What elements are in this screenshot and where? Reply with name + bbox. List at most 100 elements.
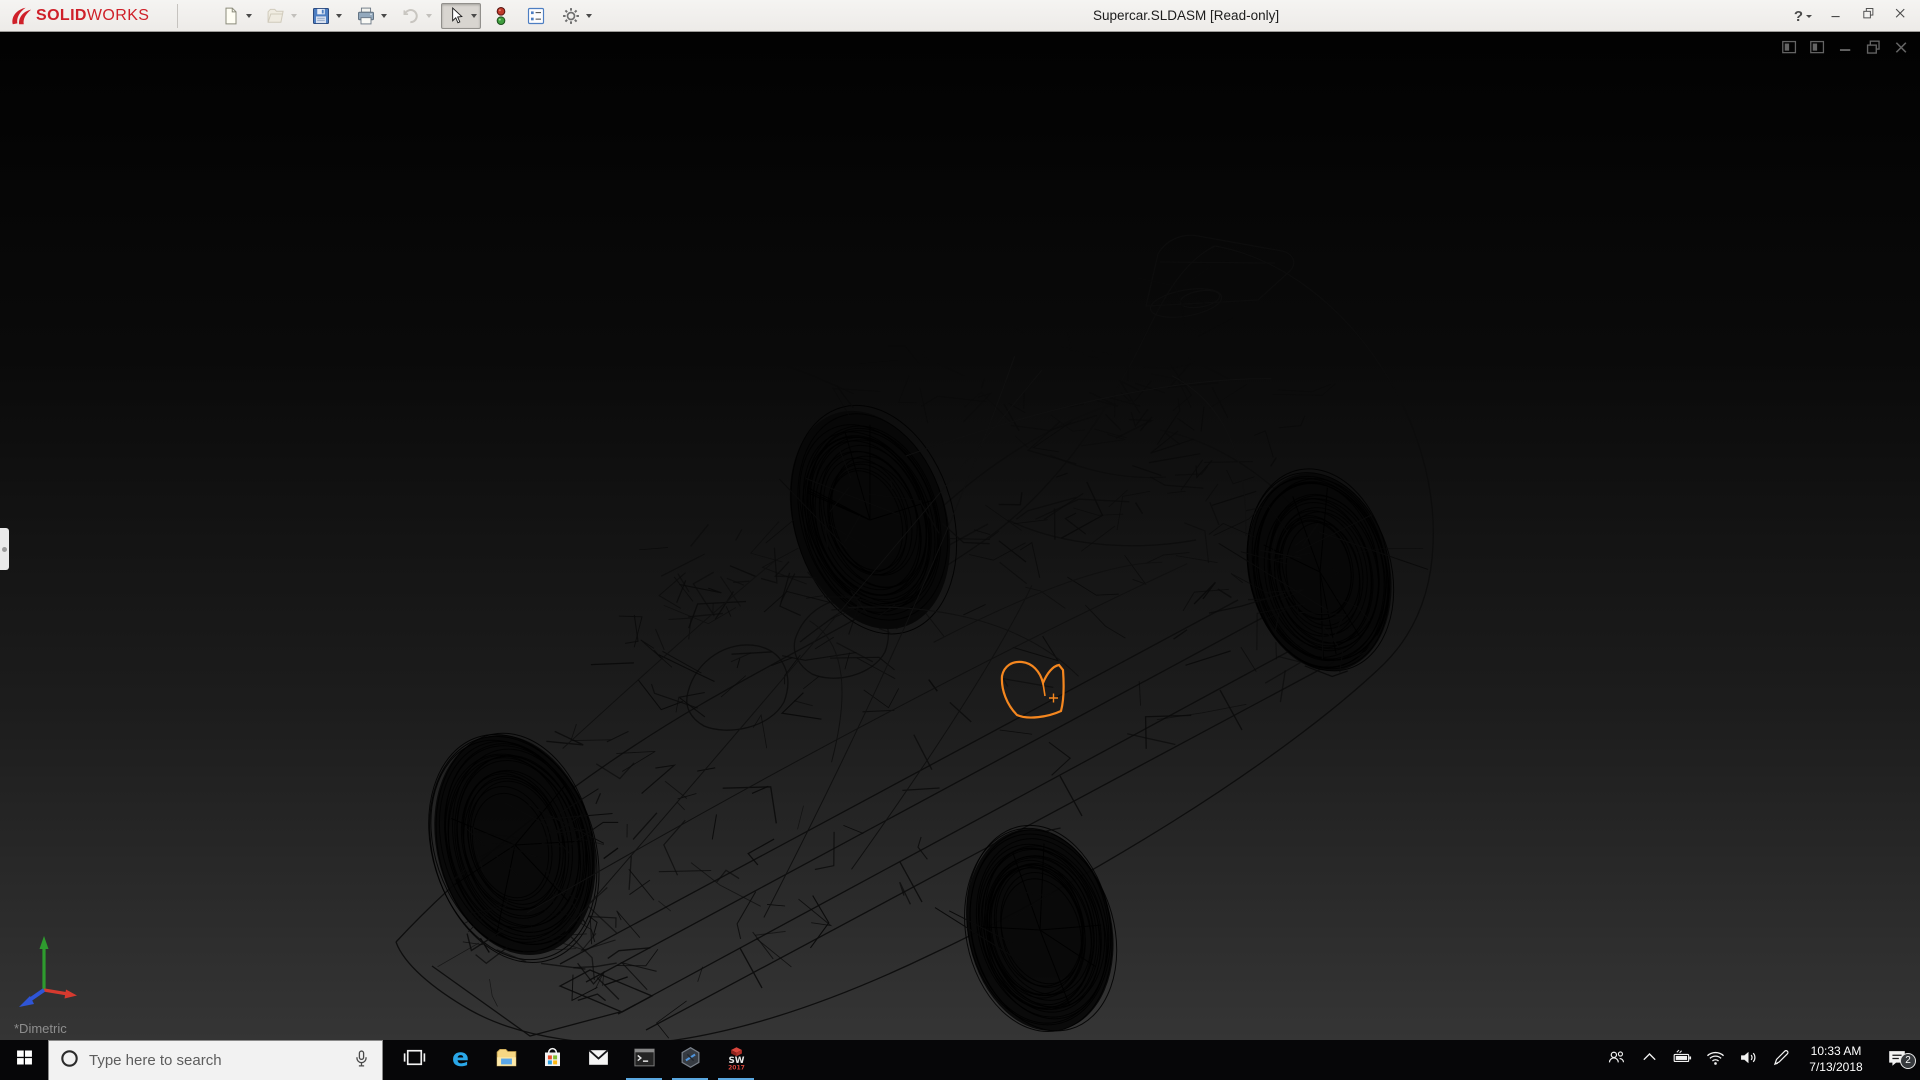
wireframe-car-model xyxy=(395,234,1434,1040)
edge-taskbar-button[interactable]: e xyxy=(437,1040,483,1080)
tray-icons xyxy=(1600,1040,1798,1080)
task-view-icon xyxy=(402,1045,427,1075)
new-document-button[interactable] xyxy=(216,3,256,29)
print-button[interactable] xyxy=(351,3,391,29)
document-title: Supercar.SLDASM [Read-only] xyxy=(1093,8,1280,23)
file-properties-button[interactable] xyxy=(521,3,551,29)
viewport-pane-left-button[interactable] xyxy=(1778,39,1800,61)
new-document-icon xyxy=(220,5,242,27)
window-controls: ? xyxy=(1794,0,1908,32)
mail-icon xyxy=(586,1045,611,1075)
undo-button[interactable] xyxy=(396,3,436,29)
viewport-restore-button[interactable] xyxy=(1862,39,1884,61)
vp-pane-icon xyxy=(1780,38,1799,62)
feature-panel-collapsed-tab[interactable] xyxy=(0,528,9,570)
svg-text:e: e xyxy=(452,1045,469,1070)
windows-taskbar: e SW2017 10:33 AM 7/13/2018 2 xyxy=(0,1040,1920,1080)
help-icon: ? xyxy=(1793,7,1803,25)
taskbar-app-buttons: e SW 2017 xyxy=(391,1040,759,1080)
notification-badge: 2 xyxy=(1900,1052,1916,1069)
windows-ink-tray-button[interactable] xyxy=(1765,1040,1798,1080)
wifi-tray-button[interactable] xyxy=(1699,1040,1732,1080)
battery-charging-tray-button[interactable] xyxy=(1666,1040,1699,1080)
store-icon xyxy=(540,1045,565,1075)
mail-taskbar-button[interactable] xyxy=(575,1040,621,1080)
graphics-area[interactable]: *Dimetric xyxy=(0,33,1920,1040)
chevron-up-icon xyxy=(1639,1047,1660,1073)
select-button[interactable] xyxy=(441,2,482,29)
vp-pane-icon xyxy=(1808,38,1827,62)
taskbar-search[interactable] xyxy=(48,1040,383,1080)
file-explorer-taskbar-button[interactable] xyxy=(483,1040,529,1080)
solidworks-icon: SW 2017 xyxy=(724,1045,749,1075)
help-button[interactable]: ? xyxy=(1794,8,1812,25)
orientation-triad-icon xyxy=(19,936,77,1007)
open-button[interactable] xyxy=(261,3,301,29)
start-button[interactable] xyxy=(0,1040,48,1080)
save-floppy-icon xyxy=(310,5,332,27)
document-window-controls xyxy=(1778,39,1912,61)
properties-list-icon xyxy=(525,5,547,27)
action-center-button[interactable]: 2 xyxy=(1874,1047,1920,1074)
dropdown-arrow-icon xyxy=(336,13,343,18)
hexagon-icon xyxy=(678,1045,703,1075)
minimize-icon xyxy=(1829,6,1844,26)
toolbar-flyout-button[interactable] xyxy=(155,3,182,40)
hidden-icons-chevron-tray-button[interactable] xyxy=(1633,1040,1666,1080)
title-bar: SOLID WORKS Supercar.SLDASM [Read-only] … xyxy=(0,0,1920,40)
system-tray: 10:33 AM 7/13/2018 2 xyxy=(1600,1040,1920,1080)
viewport-close-button[interactable] xyxy=(1890,39,1912,61)
close-button[interactable] xyxy=(1893,6,1908,26)
rebuild-traffic-light-button[interactable] xyxy=(486,3,516,29)
brand-text-bold: SOLID xyxy=(36,6,87,24)
solidworks-logo: SOLID WORKS xyxy=(10,5,149,27)
explorer-icon xyxy=(494,1045,519,1075)
options-button[interactable] xyxy=(556,3,596,29)
pen-icon xyxy=(1771,1047,1792,1073)
command-prompt-taskbar-button[interactable] xyxy=(621,1040,667,1080)
save-button[interactable] xyxy=(306,3,346,29)
task-view-taskbar-button[interactable] xyxy=(391,1040,437,1080)
clock-time: 10:33 AM xyxy=(1810,1044,1862,1059)
selected-edge-highlight xyxy=(1000,660,1065,719)
minimize-button[interactable] xyxy=(1829,6,1844,26)
dropdown-arrow-icon xyxy=(426,13,433,18)
search-input[interactable] xyxy=(89,1052,342,1069)
traffic-light-icon xyxy=(490,5,512,27)
vp-close-icon xyxy=(1892,38,1911,62)
edge-icon: e xyxy=(448,1043,473,1075)
solidworks-logo-icon xyxy=(12,7,32,24)
help-dropdown-icon xyxy=(1806,14,1812,18)
dropdown-arrow-icon xyxy=(246,13,253,18)
microphone-icon[interactable] xyxy=(351,1048,372,1074)
volume-icon xyxy=(1738,1047,1759,1073)
view-orientation-label: *Dimetric xyxy=(14,1021,67,1036)
people-icon xyxy=(1606,1047,1627,1073)
toolbar-separator xyxy=(177,3,179,28)
undo-icon xyxy=(400,5,422,27)
hexagon-app-taskbar-button[interactable] xyxy=(667,1040,713,1080)
vp-minimize-icon xyxy=(1836,38,1855,62)
brand-text-light: WORKS xyxy=(86,6,150,24)
battery-icon xyxy=(1672,1047,1693,1073)
quick-access-toolbar xyxy=(216,2,601,29)
restore-icon xyxy=(1861,6,1876,26)
viewport-pane-right-button[interactable] xyxy=(1806,39,1828,61)
close-icon xyxy=(1893,6,1908,26)
solidworks-2017-taskbar-button[interactable]: SW 2017 xyxy=(713,1040,759,1080)
restore-button[interactable] xyxy=(1861,6,1876,26)
microsoft-store-taskbar-button[interactable] xyxy=(529,1040,575,1080)
cmd-icon xyxy=(632,1045,657,1075)
taskbar-clock[interactable]: 10:33 AM 7/13/2018 xyxy=(1798,1044,1874,1075)
cortana-icon xyxy=(59,1048,80,1074)
svg-text:2017: 2017 xyxy=(728,1064,745,1070)
gear-icon xyxy=(560,5,582,27)
dropdown-arrow-icon xyxy=(381,13,388,18)
volume-tray-button[interactable] xyxy=(1732,1040,1765,1080)
panel-tab-grip-icon xyxy=(2,546,7,552)
windows-start-icon xyxy=(14,1047,35,1073)
clock-date: 7/13/2018 xyxy=(1809,1060,1863,1074)
wifi-icon xyxy=(1705,1047,1726,1073)
viewport-minimize-button[interactable] xyxy=(1834,39,1856,61)
people-tray-button[interactable] xyxy=(1600,1040,1633,1080)
